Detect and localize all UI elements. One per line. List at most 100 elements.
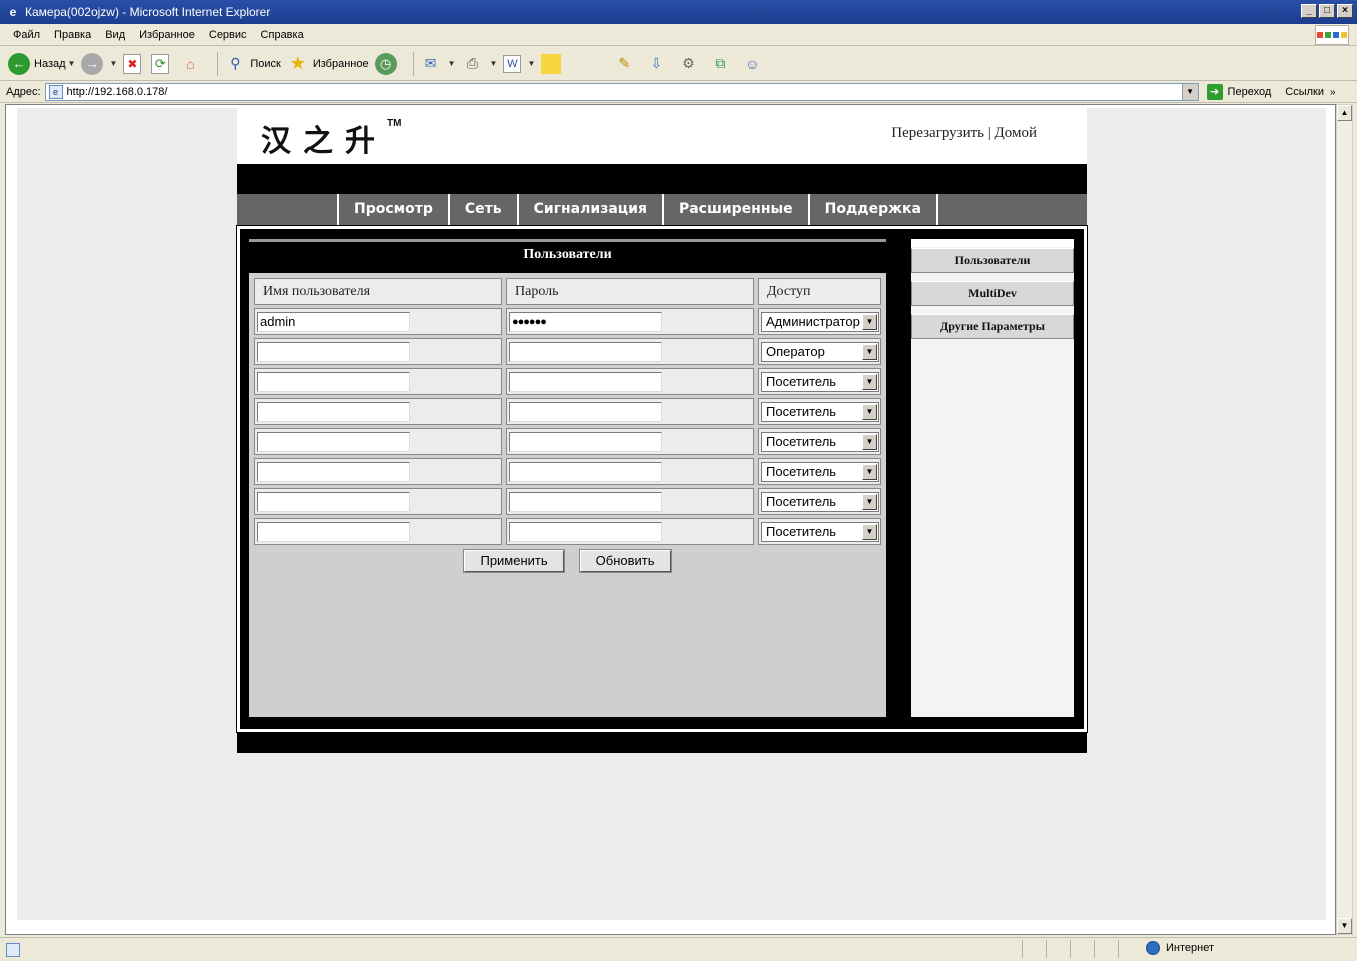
access-select[interactable]: Посетитель ▼ [761,521,879,542]
access-select[interactable]: Посетитель ▼ [761,371,879,392]
menu-tools[interactable]: Сервис [202,29,254,41]
username-input[interactable] [257,521,410,542]
access-select[interactable]: Оператор ▼ [761,341,879,362]
side-item-multidev[interactable]: MultiDev [911,281,1074,306]
username-input[interactable] [257,491,410,512]
page-status-icon [6,942,20,957]
password-input[interactable] [509,431,662,452]
chevron-down-icon[interactable]: ▼ [862,343,877,360]
favorites-button[interactable]: ★ Избранное [287,53,369,75]
go-label: Переход [1227,86,1272,98]
forward-button[interactable]: → ▼ [81,52,117,75]
access-select[interactable]: Посетитель ▼ [761,431,879,452]
forward-dropdown-icon[interactable]: ▼ [109,59,117,68]
column-header-password: Пароль [506,278,754,305]
minimize-button[interactable]: _ [1301,4,1317,18]
side-item-other-params[interactable]: Другие Параметры [911,314,1074,339]
camera-page: 汉之升TM Перезагрузить | Домой Просмотр Сет… [236,108,1088,753]
edit-button[interactable]: W ▼ [503,54,535,73]
links-button[interactable]: Ссылки [1285,86,1324,98]
scroll-up-icon[interactable]: ▲ [1337,105,1352,121]
history-button[interactable]: ◷ [374,52,401,75]
tab-alarm[interactable]: Сигнализация [519,194,664,225]
toolbar-separator [217,51,219,76]
tab-view[interactable]: Просмотр [339,194,450,225]
side-item-users[interactable]: Пользователи [911,248,1074,273]
menu-help[interactable]: Справка [254,29,311,41]
address-dropdown-icon[interactable]: ▼ [1181,84,1198,100]
stop-button[interactable]: ✖ [123,53,145,74]
column-header-username: Имя пользователя [254,278,502,305]
edit-dropdown-icon[interactable]: ▼ [527,59,535,68]
access-select[interactable]: Посетитель ▼ [761,401,879,422]
menu-bar: Файл Правка Вид Избранное Сервис Справка [0,24,1357,46]
username-input[interactable] [257,461,410,482]
apply-button[interactable]: Применить [463,549,565,573]
search-label: Поиск [250,57,281,70]
access-select[interactable]: Посетитель ▼ [761,461,879,482]
search-button[interactable]: ⚲ Поиск [224,53,281,75]
password-input[interactable] [509,521,662,542]
home-link[interactable]: Домой [995,125,1037,141]
username-input[interactable]: admin [257,311,410,332]
refresh-button[interactable]: Обновить [578,549,672,573]
menu-view[interactable]: Вид [98,29,132,41]
close-button[interactable]: × [1337,4,1353,18]
table-row: Посетитель ▼ [254,368,881,398]
tab-network[interactable]: Сеть [450,194,519,225]
password-input[interactable] [509,371,662,392]
scroll-down-icon[interactable]: ▼ [1337,918,1352,934]
favorites-label: Избранное [312,57,369,70]
username-input[interactable] [257,431,410,452]
address-bar: Адрес: e http://192.168.0.178/ ▼ ➜ Перех… [0,82,1357,103]
tool-button-3[interactable]: ⚙ [677,53,703,75]
back-dropdown-icon[interactable]: ▼ [68,59,76,68]
address-url: http://192.168.0.178/ [66,86,168,98]
password-input[interactable] [509,491,662,512]
access-select[interactable]: Посетитель ▼ [761,491,879,512]
chevron-down-icon[interactable]: ▼ [862,433,877,450]
users-table: Имя пользователя Пароль Доступ admin ●●●… [254,278,881,548]
refresh-button[interactable]: ⟳ [151,53,173,74]
tab-advanced[interactable]: Расширенные [664,194,810,225]
menu-favorites[interactable]: Избранное [132,29,202,41]
go-arrow-icon: ➜ [1206,84,1223,100]
mail-dropdown-icon[interactable]: ▼ [448,59,456,68]
tool-button-4[interactable]: ⧉ [709,53,735,75]
password-input[interactable]: ●●●●●● [509,311,662,332]
print-dropdown-icon[interactable]: ▼ [490,59,498,68]
reboot-link[interactable]: Перезагрузить [891,125,984,141]
menu-file[interactable]: Файл [6,29,47,41]
chevron-down-icon[interactable]: ▼ [862,313,877,330]
notes-button[interactable] [541,53,565,74]
chevron-down-icon[interactable]: ▼ [862,463,877,480]
star-icon: ★ [289,53,306,73]
username-input[interactable] [257,371,410,392]
chevron-down-icon[interactable]: ▼ [862,373,877,390]
access-select[interactable]: Администратор ▼ [761,311,879,332]
username-input[interactable] [257,401,410,422]
address-input[interactable]: e http://192.168.0.178/ ▼ [44,83,1199,101]
chevron-down-icon[interactable]: ▼ [862,493,877,510]
tool-button-5[interactable]: ☺ [741,53,767,75]
home-button[interactable]: ⌂ [179,53,205,75]
tab-support[interactable]: Поддержка [810,194,939,225]
maximize-button[interactable]: □ [1319,4,1335,18]
go-button[interactable]: ➜ Переход [1206,84,1272,100]
mail-button[interactable]: ✉ ▼ [420,53,456,75]
menu-edit[interactable]: Правка [47,29,98,41]
vertical-scrollbar[interactable]: ▲ ▼ [1336,104,1353,935]
password-input[interactable] [509,401,662,422]
password-input[interactable] [509,341,662,362]
chevron-right-icon[interactable]: » [1330,87,1336,98]
download-icon: ⇩ [650,55,663,71]
print-button[interactable]: ⎙ ▼ [462,53,498,75]
password-input[interactable] [509,461,662,482]
chevron-down-icon[interactable]: ▼ [862,523,877,540]
chevron-down-icon[interactable]: ▼ [862,403,877,420]
table-row: Посетитель ▼ [254,458,881,488]
tool-button-1[interactable]: ✎ [613,53,639,75]
tool-button-2[interactable]: ⇩ [645,53,671,75]
username-input[interactable] [257,341,410,362]
back-button[interactable]: ← Назад ▼ [8,52,76,75]
